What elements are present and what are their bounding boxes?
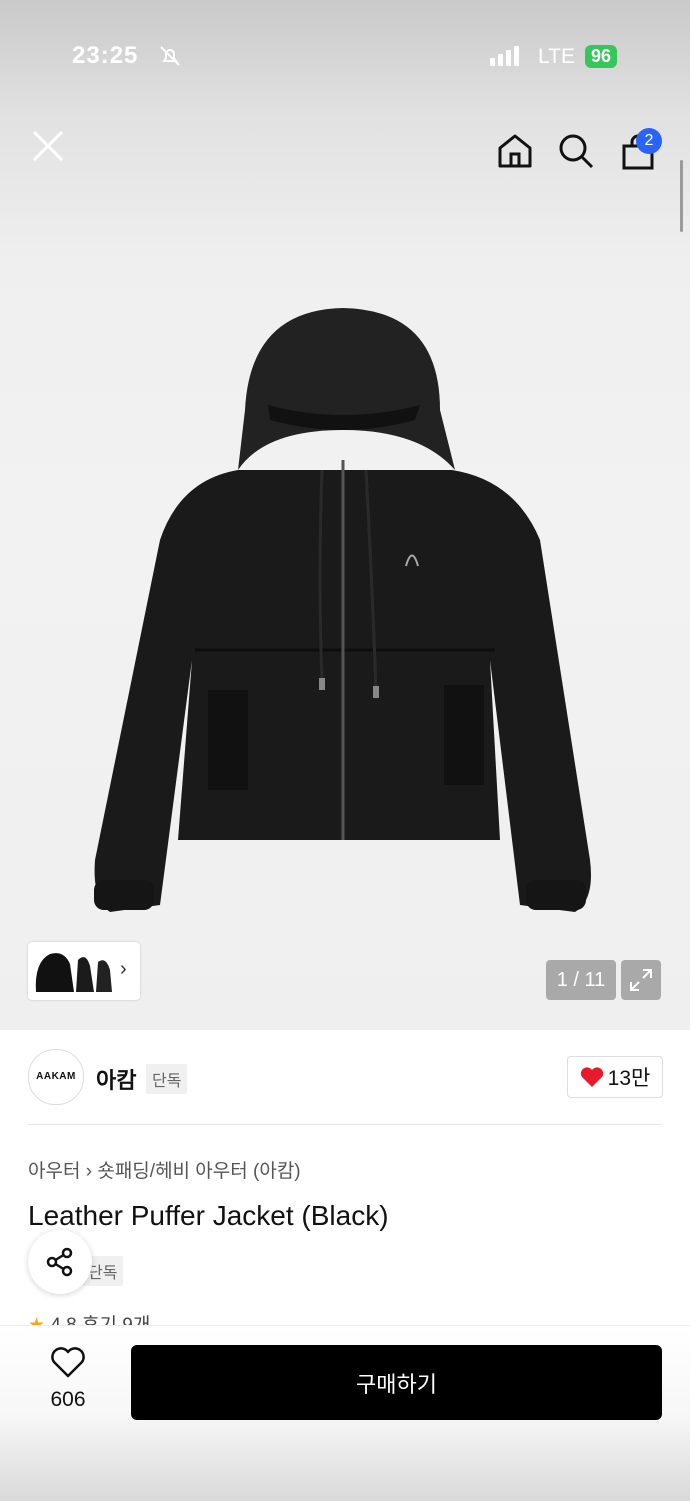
brand-name[interactable]: 아캄 [96, 1063, 136, 1095]
exclusive-tag: 단독 [146, 1064, 188, 1094]
close-icon[interactable] [30, 128, 66, 164]
breadcrumb-category[interactable]: 아우터 [28, 1161, 80, 1182]
status-bar: 23:25 LTE 96 [0, 0, 690, 110]
heart-filled-icon [580, 1067, 603, 1087]
breadcrumb-subcategory[interactable]: 숏패딩/헤비 아우터 (아캄) [97, 1161, 300, 1182]
status-time: 23:25 [72, 42, 139, 69]
breadcrumb-separator-icon: › [85, 1161, 98, 1182]
network-label: LTE [538, 45, 575, 68]
product-image-area[interactable]: 23:25 LTE 96 2 › 1 / 11 [0, 0, 690, 1030]
share-icon [46, 1247, 73, 1277]
scrollbar [680, 160, 683, 232]
chevron-right-icon: › [120, 958, 127, 980]
share-button[interactable] [28, 1230, 92, 1294]
divider [28, 1124, 662, 1125]
cart-badge: 2 [636, 128, 662, 154]
breadcrumb: 아우터 › 숏패딩/헤비 아우터 (아캄) [28, 1156, 301, 1183]
wishlist-button[interactable]: 606 [28, 1347, 108, 1412]
expand-button[interactable] [621, 960, 661, 1000]
buy-button[interactable]: 구매하기 [131, 1345, 662, 1420]
home-icon[interactable] [496, 132, 534, 170]
product-title: Leather Puffer Jacket (Black) [28, 1200, 389, 1231]
battery-indicator: 96 [585, 45, 618, 68]
rating-summary[interactable]: ★ 4.8 후기 9개 [28, 1310, 150, 1326]
heart-outline-icon [51, 1347, 85, 1378]
signal-icon [490, 46, 519, 66]
wishlist-count: 606 [50, 1388, 86, 1411]
brand-like-button[interactable]: 13만 [567, 1056, 663, 1098]
thumbnail-strip[interactable]: › [28, 942, 140, 1000]
image-counter: 1 / 11 [546, 960, 616, 1000]
brand-like-count: 13만 [607, 1067, 651, 1090]
brand-logo[interactable]: AAKAM [28, 1049, 84, 1105]
search-icon[interactable] [557, 132, 595, 170]
silent-bell-icon [160, 46, 180, 66]
expand-icon [630, 969, 652, 991]
